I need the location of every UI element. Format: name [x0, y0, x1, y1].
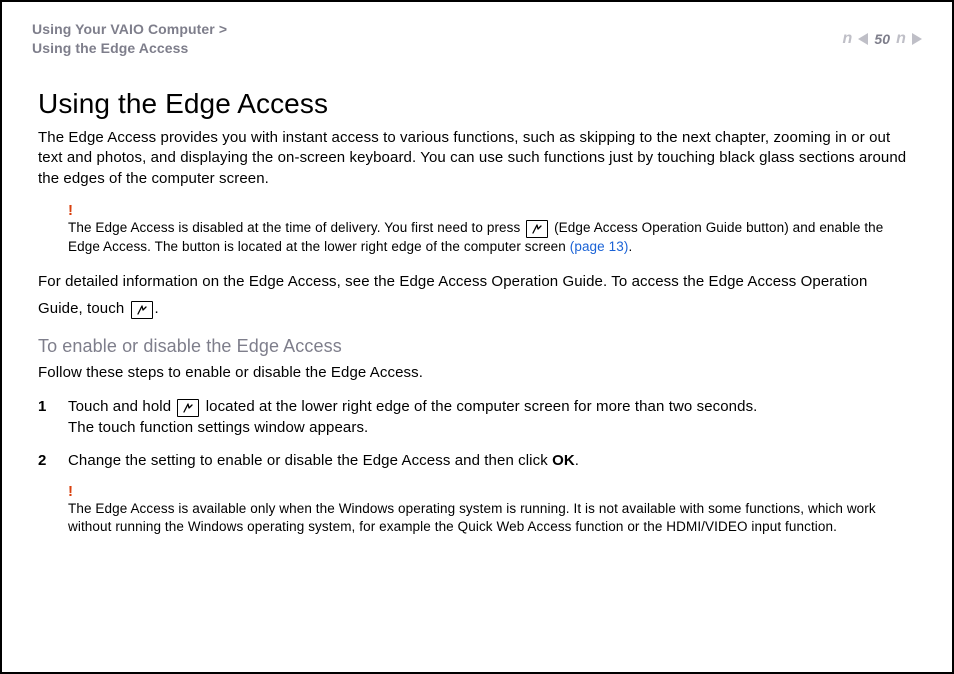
page-content: Using the Edge Access The Edge Access pr… — [38, 88, 916, 536]
step-2-b: . — [575, 452, 579, 469]
edge-access-button-icon — [177, 399, 199, 417]
step-1-body: Touch and hold located at the lower righ… — [68, 396, 916, 438]
warning-mark-1: ! — [68, 202, 916, 219]
step-1-a: Touch and hold — [68, 398, 175, 415]
step-1-number: 1 — [38, 396, 50, 438]
breadcrumb: Using Your VAIO Computer > Using the Edg… — [32, 20, 227, 58]
page-nav: n 50 n — [842, 30, 922, 48]
page-13-link[interactable]: (page 13) — [570, 239, 629, 254]
breadcrumb-line-2: Using the Edge Access — [32, 39, 227, 58]
note-2: The Edge Access is available only when t… — [68, 500, 916, 536]
step-2-body: Change the setting to enable or disable … — [68, 450, 916, 471]
note-1: The Edge Access is disabled at the time … — [68, 219, 916, 256]
ok-label: OK — [552, 452, 575, 469]
step-1-b: located at the lower right edge of the c… — [206, 398, 758, 415]
steps-list: 1 Touch and hold located at the lower ri… — [38, 396, 916, 471]
page-title: Using the Edge Access — [38, 88, 916, 120]
document-page: Using Your VAIO Computer > Using the Edg… — [0, 0, 954, 674]
note-1-a: The Edge Access is disabled at the time … — [68, 220, 524, 235]
breadcrumb-line-1: Using Your VAIO Computer > — [32, 20, 227, 39]
warning-mark-2: ! — [68, 483, 916, 500]
para-2-a: For detailed information on the Edge Acc… — [38, 273, 867, 317]
intro-paragraph: The Edge Access provides you with instan… — [38, 128, 916, 190]
para-3: Follow these steps to enable or disable … — [38, 363, 916, 384]
edge-access-button-icon — [526, 220, 548, 238]
para-2-b: . — [155, 300, 159, 317]
para-2: For detailed information on the Edge Acc… — [38, 268, 916, 322]
step-2-number: 2 — [38, 450, 50, 471]
step-1-c: The touch function settings window appea… — [68, 419, 368, 436]
step-1: 1 Touch and hold located at the lower ri… — [38, 396, 916, 438]
page-n-trailing: n — [896, 30, 906, 48]
section-heading: To enable or disable the Edge Access — [38, 336, 916, 357]
edge-access-button-icon — [131, 301, 153, 319]
note-1-c: . — [628, 239, 632, 254]
next-page-icon[interactable] — [912, 33, 922, 45]
page-header: Using Your VAIO Computer > Using the Edg… — [32, 20, 922, 58]
step-2-a: Change the setting to enable or disable … — [68, 452, 552, 469]
step-2: 2 Change the setting to enable or disabl… — [38, 450, 916, 471]
page-number: 50 — [874, 31, 890, 47]
prev-page-icon[interactable] — [858, 33, 868, 45]
page-n-leading: n — [842, 30, 852, 48]
